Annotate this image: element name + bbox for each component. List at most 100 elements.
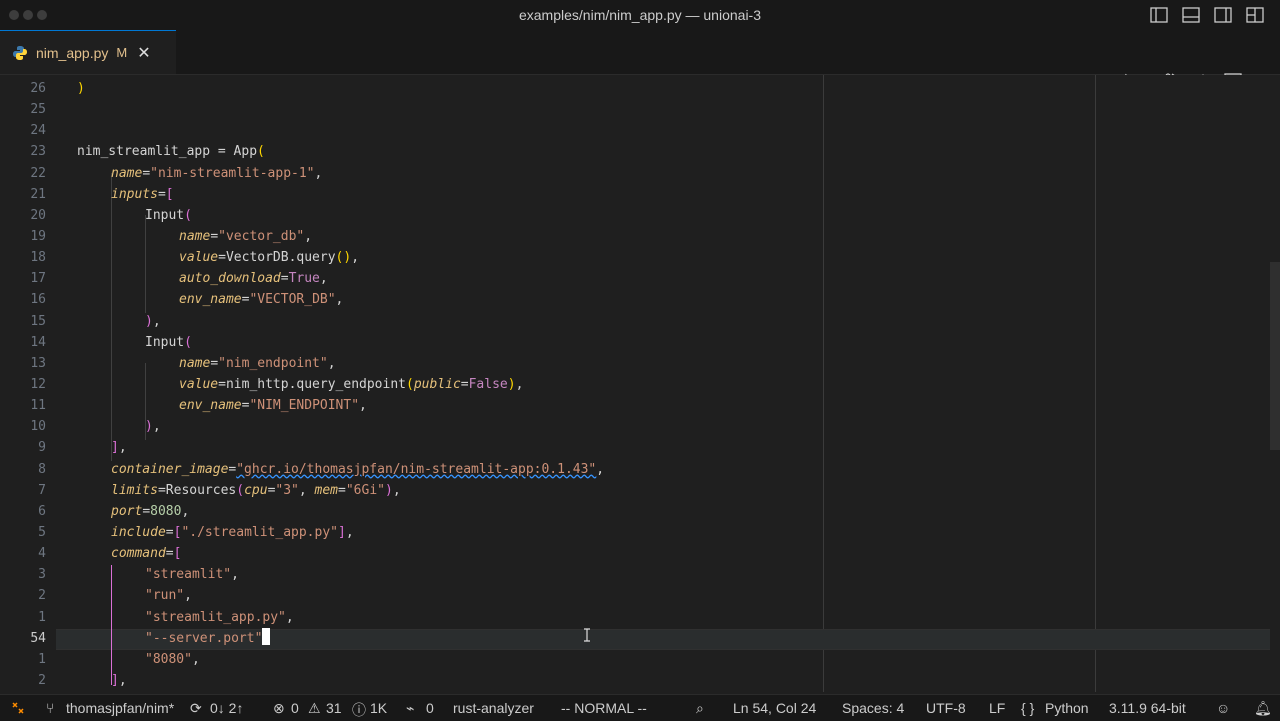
cursor-position[interactable]: Ln 54, Col 24 <box>733 700 816 716</box>
line-number[interactable]: 2 <box>0 670 46 691</box>
code-line[interactable]: 54 "--server.port" <box>0 627 1270 649</box>
line-number[interactable]: 23 <box>0 141 46 162</box>
line-number[interactable]: 12 <box>0 374 46 395</box>
code-line[interactable]: 3 "streamlit", <box>0 564 1270 585</box>
code-text: port=8080, <box>111 501 189 522</box>
code-line[interactable]: 13 name="nim_endpoint", <box>0 353 1270 374</box>
ports-icon: ⌁ <box>406 700 415 716</box>
line-number[interactable]: 24 <box>0 120 46 141</box>
line-number[interactable]: 25 <box>0 99 46 120</box>
line-number[interactable]: 18 <box>0 247 46 268</box>
git-branch[interactable]: thomasjpfan/nim* <box>66 700 174 716</box>
code-line[interactable]: 14 Input( <box>0 332 1270 353</box>
code-line[interactable]: 11 env_name="NIM_ENDPOINT", <box>0 395 1270 416</box>
code-line[interactable]: 18 value=VectorDB.query(), <box>0 247 1270 268</box>
line-number[interactable]: 3 <box>0 564 46 585</box>
line-number[interactable]: 13 <box>0 353 46 374</box>
code-token: nim_streamlit_app <box>77 144 218 160</box>
line-number[interactable]: 14 <box>0 332 46 353</box>
code-line[interactable]: 15), <box>0 311 1270 332</box>
line-number[interactable]: 10 <box>0 416 46 437</box>
line-number[interactable]: 54 <box>0 628 46 649</box>
code-text: name="nim-streamlit-app-1", <box>111 163 322 184</box>
warning-count[interactable]: 31 <box>326 700 342 716</box>
notifications-bell-icon[interactable]: 🔔︎ <box>1254 700 1272 717</box>
code-token: env_name <box>179 398 242 414</box>
code-line[interactable]: 4 command=[ <box>0 543 1270 564</box>
code-line[interactable]: 23 nim_streamlit_app = App( <box>0 141 1270 162</box>
error-count[interactable]: 0 <box>291 700 299 716</box>
code-token: , <box>298 482 315 498</box>
code-line[interactable]: 8 container_image="ghcr.io/thomasjpfan/ni… <box>0 459 1270 480</box>
toggle-primary-sidebar-icon[interactable] <box>1148 6 1170 24</box>
code-line[interactable]: 5 include=["./streamlit_app.py"], <box>0 522 1270 543</box>
line-number[interactable]: 15 <box>0 311 46 332</box>
info-count[interactable]: 1K <box>370 700 387 716</box>
code-line[interactable]: 22 name="nim-streamlit-app-1", <box>0 163 1270 184</box>
line-number[interactable]: 22 <box>0 163 46 184</box>
end-of-line[interactable]: LF <box>989 700 1005 716</box>
status-bar: ⑂ thomasjpfan/nim* ⟳ 0↓ 2↑ ⊗ 0 ⚠ 31 ⓘ 1K… <box>0 694 1280 721</box>
code-line[interactable]: 24 <box>0 120 1270 141</box>
customize-layout-icon[interactable] <box>1244 6 1266 24</box>
line-number[interactable]: 9 <box>0 437 46 458</box>
code-editor[interactable]: 26) 25 24 23 nim_streamlit_app = App(22 name=… <box>0 75 1280 692</box>
vertical-scrollbar[interactable] <box>1270 262 1280 450</box>
line-number[interactable]: 16 <box>0 289 46 310</box>
line-number[interactable]: 20 <box>0 205 46 226</box>
code-token: , <box>345 524 354 540</box>
code-line[interactable]: 21 inputs=[ <box>0 184 1270 205</box>
indentation[interactable]: Spaces: 4 <box>842 700 904 716</box>
python-interpreter[interactable]: 3.11.9 64-bit <box>1109 700 1186 716</box>
language-server[interactable]: rust-analyzer <box>453 700 534 716</box>
code-token: 8080 <box>150 503 182 519</box>
code-line[interactable]: 9], <box>0 437 1270 458</box>
line-number[interactable]: 1 <box>0 607 46 628</box>
zoom-icon[interactable]: ⌕ <box>696 700 704 717</box>
code-line[interactable]: 10), <box>0 416 1270 437</box>
code-line[interactable]: 17 auto_download=True, <box>0 268 1270 289</box>
code-line[interactable]: 6 port=8080, <box>0 501 1270 522</box>
code-line[interactable]: 20 Input( <box>0 205 1270 226</box>
line-number[interactable]: 21 <box>0 184 46 205</box>
code-line[interactable]: 1 "8080", <box>0 649 1270 670</box>
code-line[interactable]: 12 value=nim_http.query_endpoint(public=F… <box>0 374 1270 395</box>
code-line[interactable]: 2 "run", <box>0 585 1270 606</box>
line-number[interactable]: 11 <box>0 395 46 416</box>
line-number[interactable]: 8 <box>0 459 46 480</box>
code-text: "streamlit_app.py", <box>145 607 294 628</box>
code-line[interactable]: 25 <box>0 99 1270 120</box>
git-sync-status[interactable]: 0↓ 2↑ <box>210 700 243 716</box>
line-number[interactable]: 4 <box>0 543 46 564</box>
code-line[interactable]: 16 env_name="VECTOR_DB", <box>0 289 1270 310</box>
code-line[interactable]: 26) <box>0 78 1270 99</box>
code-line[interactable]: 19 name="vector_db", <box>0 226 1270 247</box>
ports-count[interactable]: 0 <box>426 700 434 716</box>
tab-nim-app-py[interactable]: nim_app.py M ✕ <box>0 30 176 74</box>
line-number[interactable]: 7 <box>0 480 46 501</box>
code-line[interactable]: 1 "streamlit_app.py", <box>0 607 1270 628</box>
line-number[interactable]: 26 <box>0 78 46 99</box>
line-number[interactable]: 1 <box>0 649 46 670</box>
code-line[interactable]: 2], <box>0 670 1270 691</box>
remote-indicator-icon[interactable] <box>0 695 36 721</box>
code-text: env_name="NIM_ENDPOINT", <box>179 395 367 416</box>
copilot-icon[interactable]: ☺ <box>1216 700 1230 716</box>
line-number[interactable]: 17 <box>0 268 46 289</box>
code-token: , <box>351 250 360 266</box>
close-tab-icon[interactable]: ✕ <box>137 43 150 63</box>
sync-icon: ⟳ <box>190 700 202 716</box>
code-text: nim_streamlit_app = App( <box>77 141 265 162</box>
toggle-secondary-sidebar-icon[interactable] <box>1212 6 1234 24</box>
language-mode[interactable]: Python <box>1045 700 1089 716</box>
code-token: limits <box>111 482 158 498</box>
line-number[interactable]: 5 <box>0 522 46 543</box>
code-text: "8080", <box>145 649 200 670</box>
line-number[interactable]: 2 <box>0 585 46 606</box>
encoding[interactable]: UTF-8 <box>926 700 966 716</box>
line-number[interactable]: 6 <box>0 501 46 522</box>
toggle-panel-icon[interactable] <box>1180 6 1202 24</box>
code-line[interactable]: 7 limits=Resources(cpu="3", mem="6Gi"), <box>0 480 1270 501</box>
code-token: "nim_endpoint" <box>218 355 328 371</box>
line-number[interactable]: 19 <box>0 226 46 247</box>
